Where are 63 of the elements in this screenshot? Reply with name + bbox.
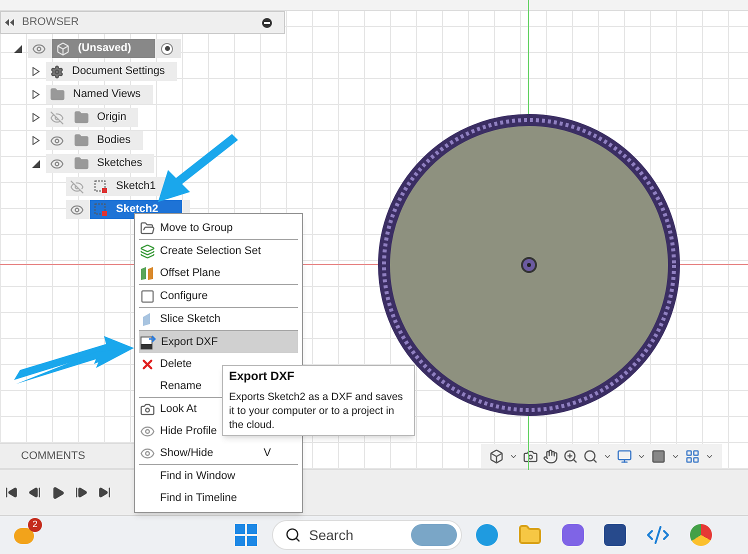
eye-icon[interactable] (50, 156, 64, 170)
code-editor-icon[interactable] (646, 523, 670, 547)
last-frame-icon[interactable] (98, 486, 111, 499)
eye-icon[interactable] (70, 202, 84, 216)
search-field[interactable]: Search (272, 520, 462, 550)
collapse-icon[interactable] (14, 44, 22, 52)
pan-icon[interactable] (543, 448, 558, 464)
folder-icon (74, 110, 89, 125)
minimize-icon[interactable] (262, 18, 272, 28)
menu-item[interactable]: Show/Hide V (139, 442, 298, 464)
component-icon (56, 42, 70, 56)
delete-icon (140, 356, 155, 372)
tooltip-title: Export DXF (229, 369, 296, 384)
folder-move-icon (140, 220, 155, 236)
menu-item[interactable]: Create Selection Set (139, 240, 298, 262)
comments-title: COMMENTS (21, 448, 86, 464)
sketch-icon (94, 180, 108, 194)
look-at-icon[interactable] (523, 448, 538, 464)
menu-item[interactable]: Export DXF (139, 331, 298, 353)
tree-item[interactable]: (Unsaved) (52, 39, 156, 58)
grid-icon[interactable] (651, 448, 666, 464)
menu-item[interactable]: Find in Timeline (139, 487, 298, 509)
display-icon[interactable] (617, 448, 632, 464)
menu-item[interactable]: Slice Sketch (139, 308, 298, 330)
eye-icon (140, 446, 155, 460)
search-icon (285, 527, 301, 543)
folder-icon (50, 87, 65, 102)
menu-item[interactable]: Configure (139, 285, 298, 307)
folder-icon (74, 156, 89, 171)
zoom-window-icon[interactable] (583, 448, 598, 464)
expand-icon[interactable] (32, 113, 40, 122)
expand-icon[interactable] (32, 90, 40, 99)
settings-icon (50, 64, 64, 78)
tooltip-text: Exports Sketch2 as a DXF and saves it to your computer or to a project in the cloud. (229, 390, 404, 432)
orbit-icon[interactable] (489, 448, 504, 464)
eye-icon (140, 424, 155, 438)
zoom-icon[interactable] (563, 448, 578, 464)
dxf-export-icon (140, 334, 156, 350)
folder-icon (74, 133, 89, 148)
sketch-icon (94, 202, 108, 216)
browser-title: BROWSER (22, 15, 80, 30)
first-frame-icon[interactable] (5, 486, 18, 499)
collapse-panel-icon[interactable] (5, 19, 14, 26)
configure-icon (140, 288, 155, 304)
look-at-icon (140, 402, 155, 416)
expand-icon[interactable] (32, 136, 40, 145)
eye-icon[interactable] (50, 134, 64, 148)
selection-set-icon (140, 244, 155, 258)
expand-icon[interactable] (32, 67, 40, 76)
eye-icon[interactable] (32, 42, 46, 56)
plane-icon (140, 266, 155, 280)
previous-frame-icon[interactable] (28, 486, 41, 499)
menu-item[interactable]: Move to Group (139, 217, 298, 239)
menu-item[interactable]: Find in Window (139, 465, 298, 487)
menu-item[interactable]: Offset Plane (139, 262, 298, 284)
shortcut-key: V (264, 444, 271, 462)
notification-badge: 2 (28, 518, 42, 532)
play-icon[interactable] (51, 486, 65, 500)
windows-logo-icon[interactable] (235, 524, 257, 546)
viewports-icon[interactable] (685, 448, 700, 464)
next-frame-icon[interactable] (75, 486, 88, 499)
collapse-icon[interactable] (32, 160, 40, 168)
radio-icon[interactable] (161, 42, 174, 54)
